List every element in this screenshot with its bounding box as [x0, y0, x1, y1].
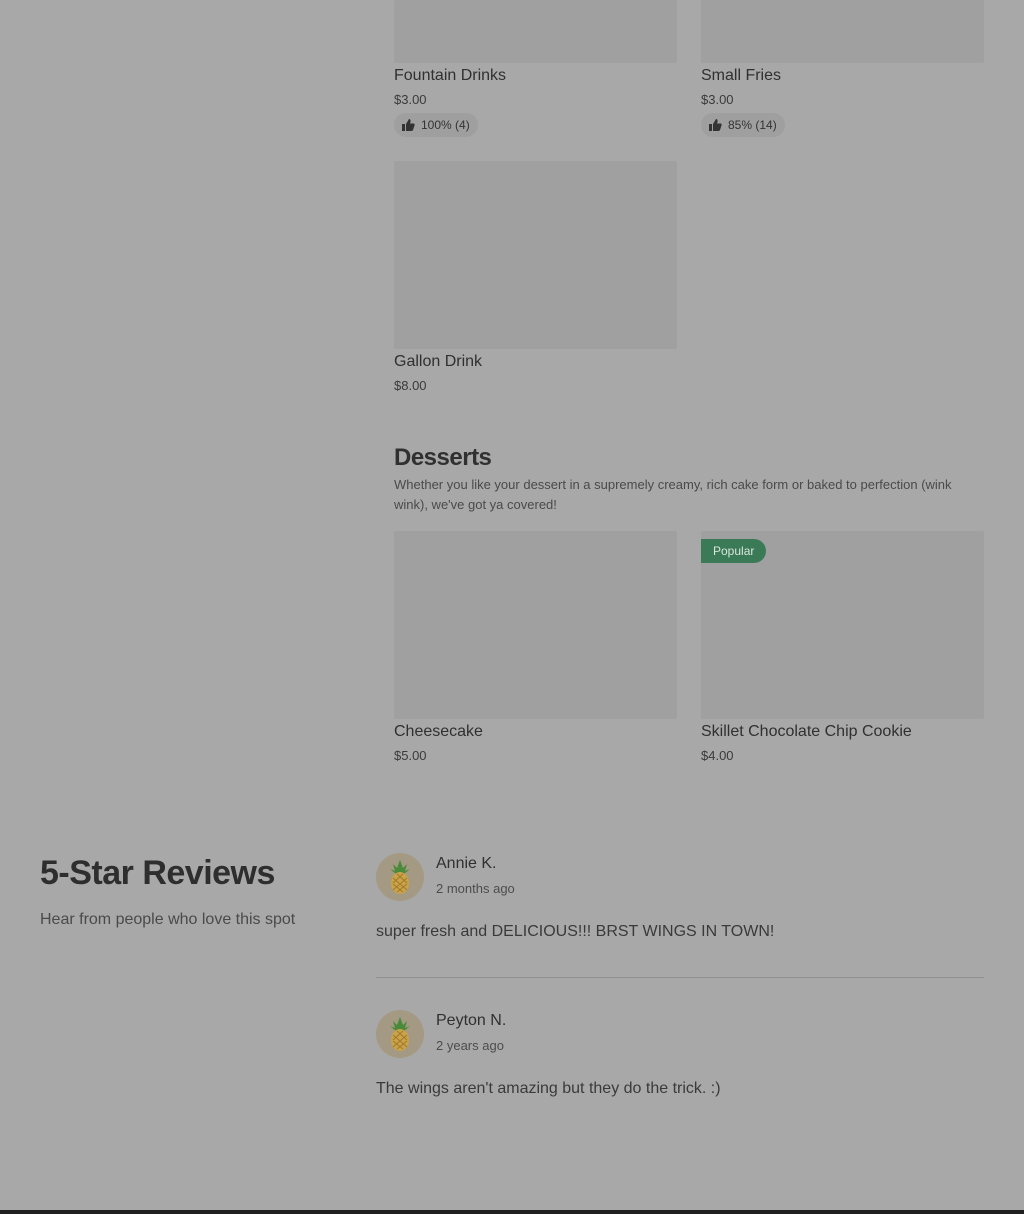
menu-item-name[interactable]: Skillet Chocolate Chip Cookie — [701, 723, 912, 741]
pineapple-icon — [390, 1017, 410, 1051]
footer-edge — [0, 1210, 1024, 1214]
divider — [376, 977, 984, 978]
section-title: Desserts — [394, 444, 492, 471]
reviewer-name: Peyton N. — [436, 1012, 507, 1029]
menu-item-name[interactable]: Cheesecake — [394, 723, 483, 741]
reviewer-name: Annie K. — [436, 855, 497, 872]
menu-item-price: $3.00 — [394, 92, 427, 107]
pineapple-icon — [390, 860, 410, 894]
thumbs-up-icon — [402, 119, 415, 131]
avatar — [376, 1010, 424, 1058]
menu-item-name[interactable]: Small Fries — [701, 67, 781, 85]
menu-item-price: $8.00 — [394, 378, 427, 393]
menu-item-image[interactable] — [394, 0, 677, 63]
menu-item-name[interactable]: Gallon Drink — [394, 353, 482, 371]
menu-item-price: $4.00 — [701, 748, 734, 763]
review-timestamp: 2 months ago — [436, 881, 515, 896]
popular-badge: Popular — [701, 539, 767, 563]
rating-badge: 100% (4) — [394, 113, 478, 137]
review-text: The wings aren't amazing but they do the… — [376, 1080, 721, 1097]
menu-item-image[interactable] — [394, 161, 677, 349]
menu-item-image[interactable] — [701, 0, 984, 63]
reviews-title: 5-Star Reviews — [40, 854, 275, 892]
section-description: Whether you like your dessert in a supre… — [394, 477, 952, 512]
menu-item-name[interactable]: Fountain Drinks — [394, 67, 506, 85]
thumbs-up-icon — [709, 119, 722, 131]
menu-item-image[interactable] — [394, 531, 677, 719]
reviews-subtitle: Hear from people who love this spot — [40, 911, 296, 928]
menu-item-price: $3.00 — [701, 92, 734, 107]
menu-item-price: $5.00 — [394, 748, 427, 763]
review-timestamp: 2 years ago — [436, 1038, 504, 1053]
review-text: super fresh and DELICIOUS!!! BRST WINGS … — [376, 923, 775, 940]
rating-text: 85% (14) — [728, 118, 777, 132]
rating-text: 100% (4) — [421, 118, 470, 132]
rating-badge: 85% (14) — [701, 113, 785, 137]
avatar — [376, 853, 424, 901]
